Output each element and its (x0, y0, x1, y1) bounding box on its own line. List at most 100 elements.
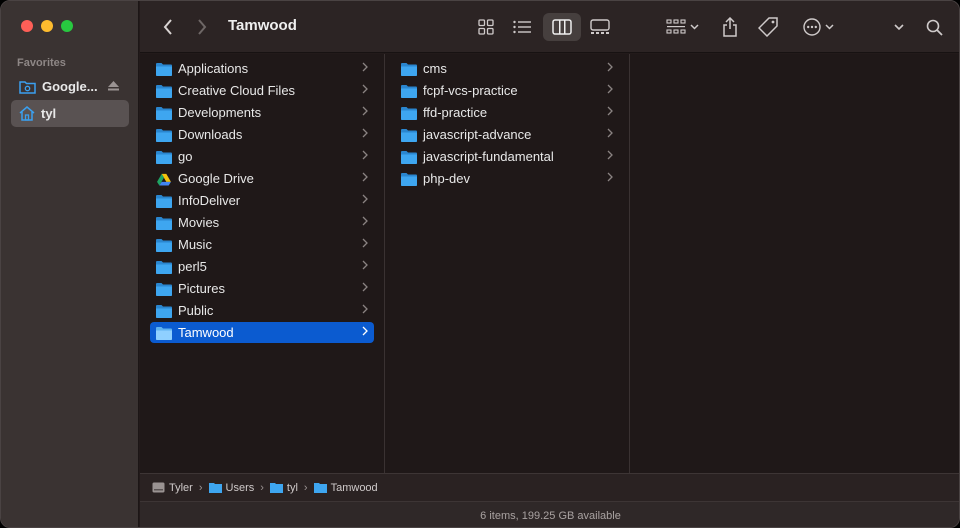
icon-view-button[interactable] (473, 13, 499, 41)
column-tamwood: cms fcpf-vcs-practice ffd-practice javas… (385, 54, 630, 473)
folder-row-go[interactable]: go (150, 146, 374, 167)
folder-row-tamwood[interactable]: Tamwood (150, 322, 374, 343)
chevron-right-icon (198, 19, 207, 35)
path-crumb-tyl[interactable]: tyl (269, 482, 298, 494)
row-icon (156, 106, 172, 120)
folder-icon (208, 483, 222, 493)
grid-icon (478, 19, 494, 35)
path-crumb-tyler[interactable]: Tyler (152, 482, 193, 494)
folder-row-creative-cloud-files[interactable]: Creative Cloud Files (150, 80, 374, 101)
path-separator: › (303, 481, 308, 494)
search-icon (926, 19, 943, 36)
sidebar-heading-favorites: Favorites (17, 57, 66, 69)
folder-name: go (178, 149, 193, 164)
folder-icon (156, 326, 172, 340)
chevron-right-icon (362, 304, 368, 314)
window-title: Tamwood (228, 17, 297, 34)
status-bar: 6 items, 199.25 GB available (140, 501, 959, 527)
folder-icon (156, 150, 172, 164)
chevron-right-icon (362, 172, 368, 182)
eject-icon[interactable] (108, 81, 119, 91)
forward-button[interactable] (190, 13, 214, 41)
folder-row-music[interactable]: Music (150, 234, 374, 255)
folder-name: Tamwood (178, 325, 234, 340)
chevron-right-icon (362, 326, 368, 336)
folder-row-cms[interactable]: cms (395, 58, 619, 79)
folder-name: Developments (178, 105, 262, 120)
row-icon (401, 172, 417, 186)
folder-icon (156, 106, 172, 120)
folder-row-developments[interactable]: Developments (150, 102, 374, 123)
folder-icon (401, 62, 417, 76)
folder-row-movies[interactable]: Movies (150, 212, 374, 233)
folder-name: php-dev (423, 171, 470, 186)
path-crumb-tamwood[interactable]: Tamwood (313, 482, 378, 494)
list-view-button[interactable] (509, 13, 535, 41)
row-icon (156, 304, 172, 318)
folder-row-pictures[interactable]: Pictures (150, 278, 374, 299)
action-button[interactable] (798, 13, 838, 41)
google-drive-icon (157, 173, 171, 186)
folder-row-php-dev[interactable]: php-dev (395, 168, 619, 189)
row-icon (401, 150, 417, 164)
row-icon (401, 128, 417, 142)
folder-name: ffd-practice (423, 105, 488, 120)
home-icon (19, 106, 35, 121)
sidebar-item-google-drive[interactable]: Google... (11, 73, 129, 100)
column-view-button[interactable] (543, 13, 581, 41)
sidebar-item-home[interactable]: tyl (11, 100, 129, 127)
list-icon (513, 20, 531, 34)
path-crumb-users[interactable]: Users (208, 482, 254, 494)
back-button[interactable] (156, 13, 180, 41)
folder-row-public[interactable]: Public (150, 300, 374, 321)
folder-icon (401, 106, 417, 120)
folder-row-javascript-advance[interactable]: javascript-advance (395, 124, 619, 145)
tag-button[interactable] (756, 13, 780, 41)
folder-row-fcpf-vcs-practice[interactable]: fcpf-vcs-practice (395, 80, 619, 101)
minimize-button[interactable] (41, 20, 53, 32)
chevron-right-icon (362, 84, 368, 94)
more-toolbar-button[interactable] (890, 13, 908, 41)
folder-icon (156, 260, 172, 274)
gallery-view-button[interactable] (587, 13, 613, 41)
search-button[interactable] (922, 13, 946, 41)
folder-row-applications[interactable]: Applications (150, 58, 374, 79)
folder-icon (401, 128, 417, 142)
zoom-button[interactable] (61, 20, 73, 32)
folder-name: Movies (178, 215, 220, 230)
close-button[interactable] (21, 20, 33, 32)
chevron-right-icon (362, 128, 368, 138)
folder-row-ffd-practice[interactable]: ffd-practice (395, 102, 619, 123)
row-icon (156, 238, 172, 252)
folder-row-downloads[interactable]: Downloads (150, 124, 374, 145)
chevron-right-icon (362, 216, 368, 226)
folder-icon (156, 128, 172, 142)
folder-name: Music (178, 237, 212, 252)
folder-icon (313, 483, 327, 493)
folder-icon (156, 238, 172, 252)
folder-row-google-drive[interactable]: Google Drive (150, 168, 374, 189)
row-icon (156, 172, 172, 186)
column-empty (630, 54, 959, 473)
folder-icon (401, 172, 417, 186)
folder-icon (156, 282, 172, 296)
row-icon (156, 260, 172, 274)
column-home: Applications Creative Cloud Files Develo… (140, 54, 385, 473)
hard-drive-icon (152, 482, 165, 493)
group-button[interactable] (662, 13, 702, 41)
folder-row-infodeliver[interactable]: InfoDeliver (150, 190, 374, 211)
folder-name: perl5 (178, 259, 207, 274)
folder-row-perl5[interactable]: perl5 (150, 256, 374, 277)
chevron-right-icon (607, 150, 613, 160)
chevron-down-icon (894, 23, 904, 30)
folder-row-javascript-fundamental[interactable]: javascript-fundamental (395, 146, 619, 167)
row-icon (156, 216, 172, 230)
share-button[interactable] (718, 13, 742, 41)
column-browser: Applications Creative Cloud Files Develo… (140, 54, 959, 473)
chevron-left-icon (163, 19, 172, 35)
chevron-right-icon (362, 150, 368, 160)
folder-name: InfoDeliver (178, 193, 241, 208)
toolbar: Tamwood (140, 1, 959, 53)
path-bar: Tyler › Users › tyl › Tamwood (140, 473, 959, 501)
folder-name: Google Drive (178, 171, 254, 186)
